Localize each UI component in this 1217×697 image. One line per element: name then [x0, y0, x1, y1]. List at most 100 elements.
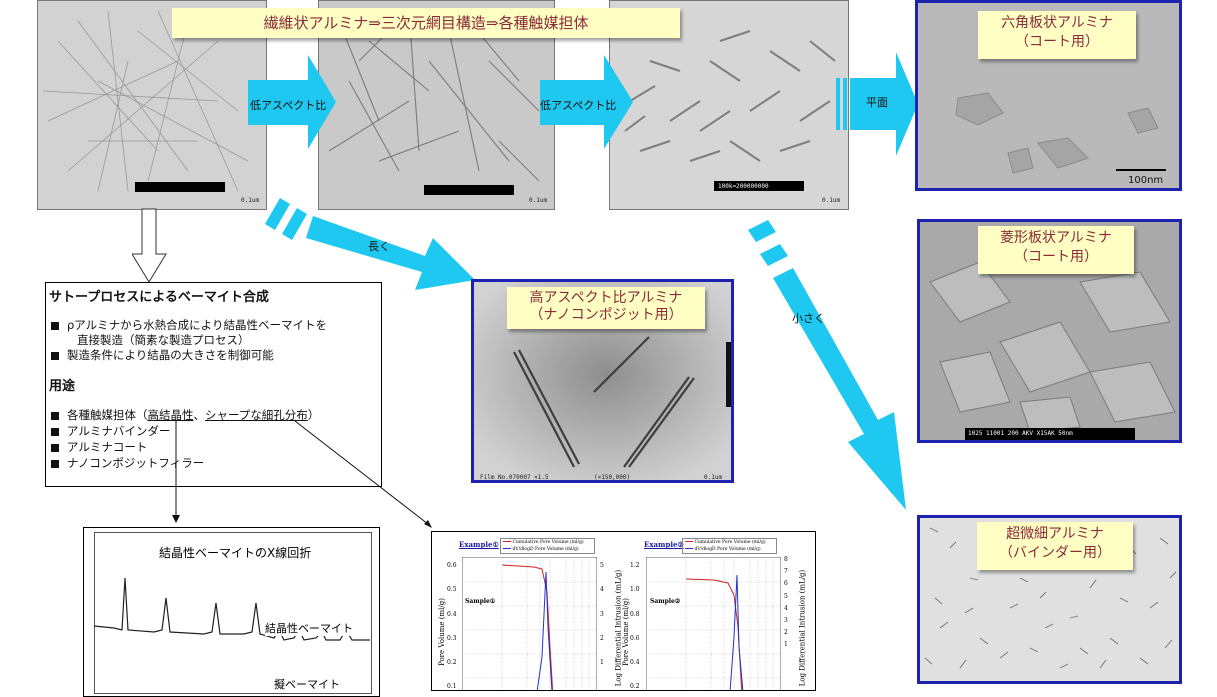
arrow-label-longer: 長く	[368, 240, 390, 253]
label-high-aspect-line2: （ナノコンポジット用）	[529, 307, 683, 323]
label-rhombic-line2: （コート用）	[1014, 249, 1098, 265]
pore-right-ytick-5: 0.4	[630, 659, 640, 667]
pore-left-y2tick-2: 4	[600, 586, 604, 594]
pore-right-yticks: 1.2 1.0 0.8 0.6 0.4 0.2	[630, 554, 640, 691]
pore-left-legend-1-text: Cumulative Pore Volume (ml/g)	[512, 540, 584, 545]
pore-right-y2tick-2: 7	[784, 568, 788, 576]
pore-left-y2tick-1: 5	[600, 562, 604, 569]
xrd-label-pseudo: 擬ベーマイト	[274, 678, 340, 691]
pore-right-legend-1-text: Cumulative Pore Volume (ml/g)	[694, 540, 766, 545]
label-ultrafine-line1: 超微細アルミナ	[1006, 526, 1104, 542]
pore-left-legend-1: Cumulative Pore Volume (ml/g)	[503, 539, 594, 546]
pore-right-y2tick-6: 3	[784, 617, 788, 625]
pore-right-y2label: Log Differential Intrusion (mL/g)	[798, 569, 807, 687]
use-1-sep: 、	[193, 408, 206, 422]
pore-right-y2ticks: 8 7 6 5 4 3 2 1	[784, 554, 788, 652]
use-1-highlight-1: 高結晶性	[147, 408, 194, 422]
label-ultrafine-line2: （バインダー用）	[999, 545, 1111, 561]
use-4: ナノコンポジットフィラー	[51, 455, 204, 471]
pore-right-example: Example②	[644, 540, 684, 549]
pore-right-ytick-3: 0.8	[630, 610, 640, 618]
process-heading: サトープロセスによるベーマイト合成	[49, 290, 269, 305]
pore-left-ytick-2: 0.5	[447, 586, 457, 594]
process-textbox: サトープロセスによるベーマイト合成 ρアルミナから水熱合成により結晶性ベーマイト…	[45, 282, 382, 487]
pore-left-ytick-6: 0.1	[447, 683, 457, 691]
arrow-label-smaller: 小さく	[792, 312, 825, 325]
bullet-2-text: 製造条件により結晶の大きさを制御可能	[67, 348, 274, 362]
arrow-label-planar: 平面	[866, 96, 888, 109]
pore-right-plot	[646, 557, 781, 690]
pore-left-yticks: 0.6 0.5 0.4 0.3 0.2 0.1	[447, 554, 457, 691]
use-3: アルミナコート	[51, 439, 147, 455]
scale-label: 0.1um	[529, 197, 548, 204]
label-hexagonal-line2: （コート用）	[1015, 34, 1099, 50]
scale-caption: 100k=200000000	[718, 183, 769, 190]
pore-left-legend-2-text: dV/dlogD Pore Volume (ml/g)	[512, 547, 579, 552]
pore-right-ytick-6: 0.2	[630, 683, 640, 691]
pore-left-y2tick-5: 1	[600, 659, 604, 667]
banner-title: 繊維状アルミナ⇒三次元網目構造⇒各種触媒担体	[172, 8, 680, 38]
pore-left-y2tick-4: 2	[600, 634, 604, 642]
pore-chart-panel: Example① Cumulative Pore Volume (ml/g) d…	[431, 531, 816, 691]
pore-left-ytick-1: 0.6	[447, 562, 457, 569]
label-high-aspect: 高アスペクト比アルミナ （ナノコンポジット用）	[507, 287, 705, 329]
film-caption: Film No.070007 ×1.5	[480, 474, 549, 481]
pore-left-example: Example①	[459, 540, 499, 549]
pore-right-ytick-1: 1.2	[630, 562, 640, 569]
pore-left-y2tick-3: 3	[600, 610, 604, 618]
pore-right-ytick-2: 1.0	[630, 586, 640, 594]
label-high-aspect-line1: 高アスペクト比アルミナ	[529, 290, 683, 306]
scale-bar	[424, 185, 514, 195]
pore-right-legend-2: dV/dlogD Pore Volume (ml/g)	[685, 546, 776, 553]
scale-bar	[1116, 169, 1166, 171]
pore-right-ylabel: Pore Volume (ml/g)	[621, 598, 630, 666]
pore-right-y2tick-3: 6	[784, 580, 788, 588]
caption-text: 1025 11001 200 AKV X15AK 50nm	[968, 430, 1073, 437]
uses-heading: 用途	[49, 379, 76, 394]
pore-left-ytick-3: 0.4	[447, 610, 457, 618]
scale-label: 100nm	[1128, 175, 1164, 186]
xrd-panel: 結晶性ベーマイトのX線回折 結晶性ベーマイト 擬ベーマイト	[83, 527, 380, 697]
bullet-1-text: ρアルミナから水熱合成により結晶性ベーマイトを	[67, 318, 327, 332]
pore-left-ylabel: Pore Volume (ml/g)	[437, 598, 446, 666]
use-4-text: ナノコンポジットフィラー	[67, 456, 205, 470]
label-hexagonal: 六角板状アルミナ （コート用）	[978, 11, 1136, 59]
xrd-label-crystalline: 結晶性ベーマイト	[265, 620, 353, 636]
bullet-1: ρアルミナから水熱合成により結晶性ベーマイトを	[51, 317, 327, 333]
hollow-down-arrow	[132, 208, 167, 283]
bullet-1-cont: 直接製造（簡素な製造プロセス）	[77, 332, 250, 348]
use-2: アルミナバインダー	[51, 423, 170, 439]
pore-left-y2ticks: 5 4 3 2 1	[600, 554, 604, 675]
label-rhombic: 菱形板状アルミナ （コート用）	[978, 226, 1134, 274]
use-1-highlight-2: シャープな細孔分布	[205, 408, 308, 422]
magnification-caption: (×150,000)	[594, 474, 631, 481]
use-3-text: アルミナコート	[67, 440, 148, 454]
arrow-label-low-aspect-2: 低アスペクト比	[540, 99, 617, 112]
pore-right-legend-2-text: dV/dlogD Pore Volume (ml/g)	[694, 547, 761, 552]
use-1-suffix: ）	[307, 408, 320, 422]
pore-right-y2tick-8: 1	[784, 641, 788, 649]
pore-right-y2tick-4: 5	[784, 592, 788, 600]
label-rhombic-line1: 菱形板状アルミナ	[1000, 230, 1112, 246]
pore-right-y2tick-7: 2	[784, 629, 788, 637]
pore-right-legend: Cumulative Pore Volume (ml/g) dV/dlogD P…	[682, 538, 777, 554]
arrow-smaller	[748, 220, 906, 510]
pore-right-ytick-4: 0.6	[630, 634, 640, 642]
bullet-2: 製造条件により結晶の大きさを制御可能	[51, 347, 274, 363]
pore-left-ytick-5: 0.2	[447, 659, 457, 667]
scale-label: 0.1um	[704, 474, 723, 481]
pore-right-legend-1: Cumulative Pore Volume (ml/g)	[685, 539, 776, 546]
pore-left-legend-2: dV/dlogD Pore Volume (ml/g)	[503, 546, 594, 553]
scale-bar	[135, 182, 225, 192]
bullet-1-cont-text: 直接製造（簡素な製造プロセス）	[77, 333, 250, 347]
arrow-label-low-aspect-1: 低アスペクト比	[250, 99, 327, 112]
use-1: 各種触媒担体（高結晶性、シャープな細孔分布）	[51, 407, 319, 423]
use-2-text: アルミナバインダー	[67, 424, 171, 438]
pore-left-legend: Cumulative Pore Volume (ml/g) dV/dlogD P…	[500, 538, 595, 554]
label-ultrafine: 超微細アルミナ （バインダー用）	[977, 522, 1133, 570]
scale-label: 0.1um	[241, 197, 260, 204]
pore-left-ytick-4: 0.3	[447, 634, 457, 642]
scale-label: 0.1um	[822, 197, 841, 204]
use-1-prefix: 各種触媒担体（	[67, 408, 148, 422]
pore-right-y2tick-1: 8	[784, 556, 788, 563]
